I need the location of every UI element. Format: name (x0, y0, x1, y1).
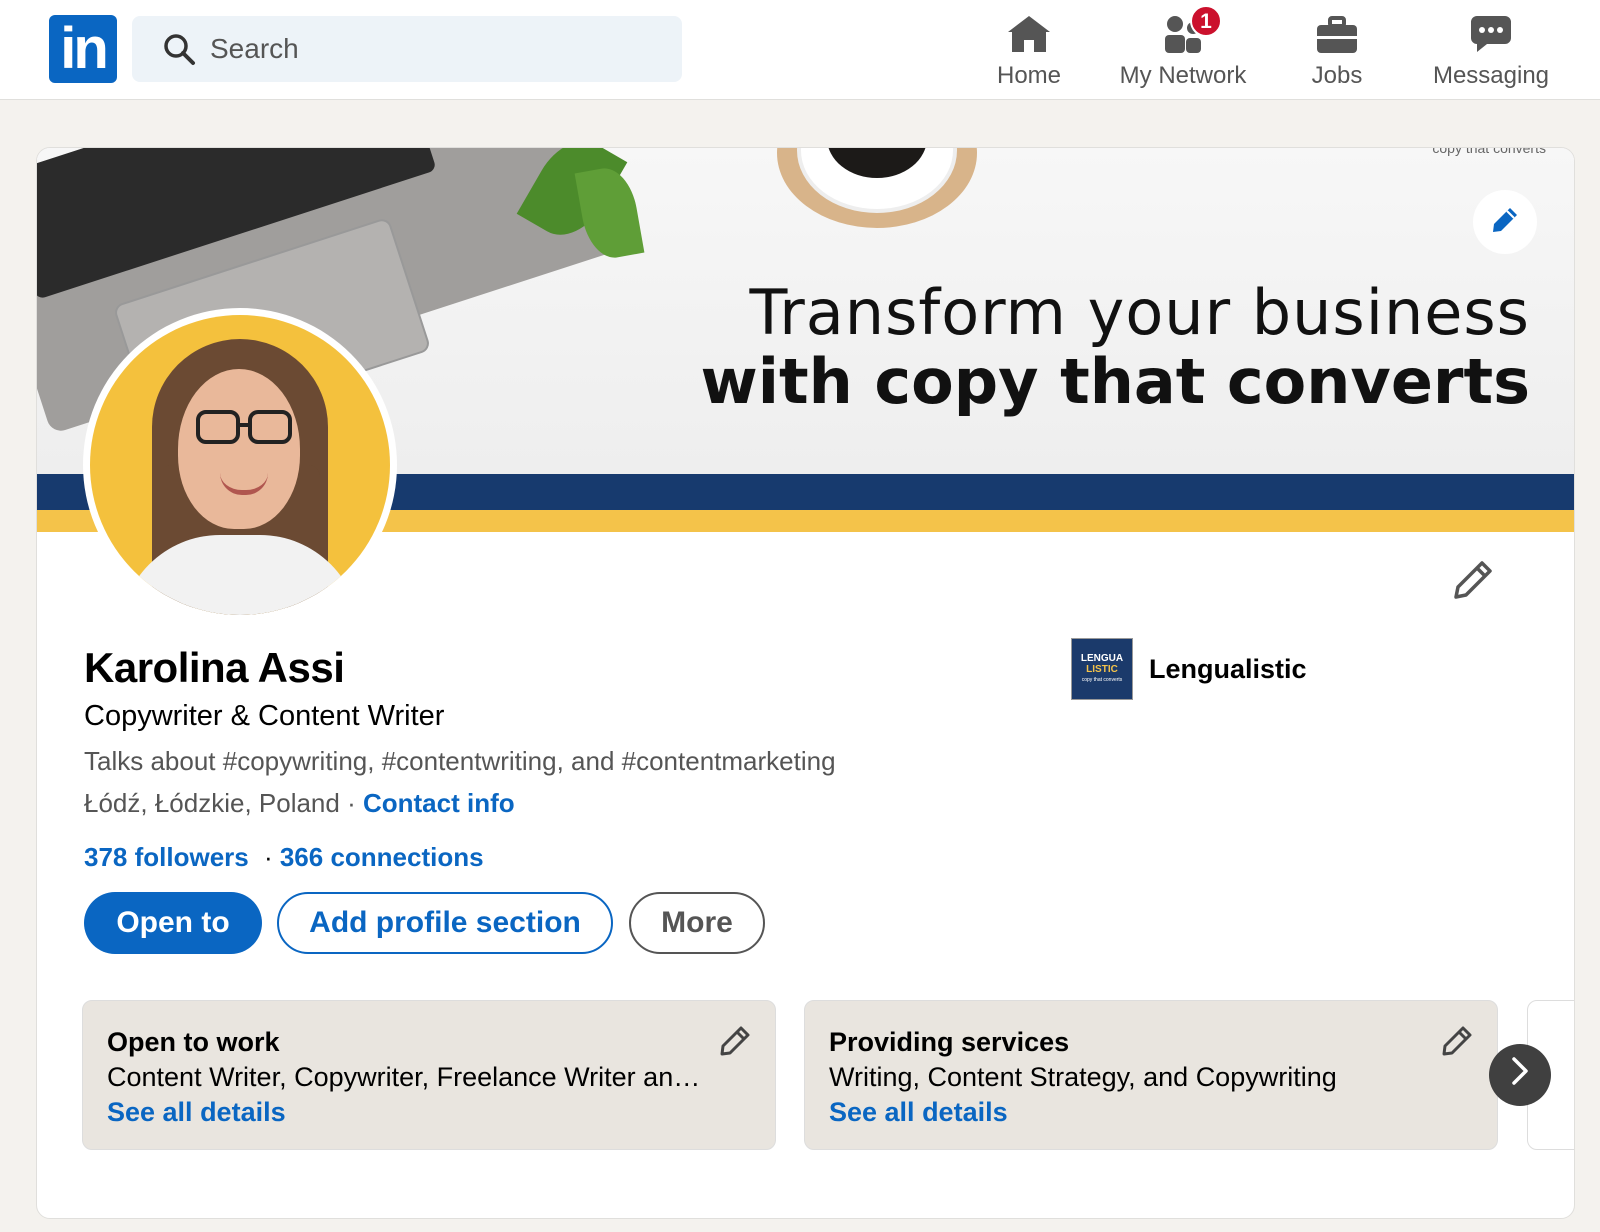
separator: · (256, 842, 280, 872)
nav-my-network[interactable]: 1 My Network (1103, 0, 1263, 90)
card-title: Open to work (107, 1027, 280, 1057)
separator: · (339, 788, 363, 818)
banner-line-2: with copy that converts (700, 345, 1530, 418)
carousel-next-button[interactable] (1489, 1044, 1551, 1106)
profile-headline: Copywriter & Content Writer (84, 700, 445, 732)
banner-small-text: copy that converts (1432, 148, 1546, 156)
company-logo-line: LISTIC (1086, 663, 1118, 675)
avatar-photo (90, 315, 390, 615)
banner-headline: Transform your business with copy that c… (700, 276, 1530, 418)
banner-line-1: Transform your business (749, 276, 1530, 349)
pencil-icon (1490, 205, 1520, 240)
card-description: Writing, Content Strategy, and Copywriti… (829, 1062, 1337, 1092)
people-icon: 1 (1158, 5, 1222, 54)
notification-badge: 1 (1190, 5, 1222, 37)
pencil-icon[interactable] (1441, 1025, 1473, 1057)
search-input[interactable] (210, 33, 650, 65)
nav-label: Home (996, 62, 1062, 89)
top-nav-bar: in Home 1 My Network Jobs Messaging (0, 0, 1600, 100)
profile-location: Łódź, Łódzkie, Poland (84, 788, 340, 818)
chevron-right-icon (1509, 1056, 1531, 1095)
connections-link[interactable]: 366 connections (280, 842, 484, 872)
edit-banner-button[interactable] (1473, 190, 1537, 254)
profile-card: copy that converts Transform your busine… (36, 147, 1575, 1219)
see-all-details-link[interactable]: See all details (829, 1097, 1008, 1128)
pencil-icon[interactable] (719, 1025, 751, 1057)
nav-home[interactable]: Home (949, 0, 1109, 90)
profile-talks-about: Talks about #copywriting, #contentwritin… (84, 746, 836, 776)
nav-label: Jobs (1311, 62, 1363, 89)
current-company[interactable]: LENGUA LISTIC copy that converts Lengual… (1071, 638, 1307, 700)
home-icon (1004, 12, 1054, 54)
edit-intro-button[interactable] (1449, 558, 1497, 606)
profile-location-row: Łódź, Łódzkie, Poland · Contact info (84, 788, 515, 819)
briefcase-icon (1312, 12, 1362, 54)
search-box[interactable] (132, 16, 682, 82)
nav-label: My Network (1119, 62, 1247, 89)
nav-label: Messaging (1432, 62, 1550, 89)
nav-jobs[interactable]: Jobs (1257, 0, 1417, 90)
followers-link[interactable]: 378 followers (84, 842, 249, 872)
chat-icon (1466, 12, 1516, 54)
company-logo: LENGUA LISTIC copy that converts (1071, 638, 1133, 700)
contact-info-link[interactable]: Contact info (363, 788, 515, 818)
open-to-button[interactable]: Open to (84, 892, 262, 954)
nav-messaging[interactable]: Messaging (1411, 0, 1571, 90)
pencil-icon (1452, 559, 1494, 606)
profile-name: Karolina Assi (84, 644, 345, 691)
more-button[interactable]: More (629, 892, 765, 954)
profile-stats: 378 followers · 366 connections (84, 842, 484, 873)
providing-services-card: Providing services Writing, Content Stra… (804, 1000, 1498, 1150)
company-name: Lengualistic (1149, 653, 1307, 684)
company-logo-line: LENGUA (1080, 652, 1124, 664)
add-profile-section-button[interactable]: Add profile section (277, 892, 613, 954)
search-icon (162, 32, 196, 66)
company-logo-line: copy that converts (1081, 676, 1123, 683)
see-all-details-link[interactable]: See all details (107, 1097, 286, 1128)
card-description: Content Writer, Copywriter, Freelance Wr… (107, 1062, 707, 1092)
profile-avatar[interactable] (83, 308, 397, 622)
open-to-work-card: Open to work Content Writer, Copywriter,… (82, 1000, 776, 1150)
card-title: Providing services (829, 1027, 1070, 1057)
linkedin-logo[interactable]: in (49, 15, 117, 83)
